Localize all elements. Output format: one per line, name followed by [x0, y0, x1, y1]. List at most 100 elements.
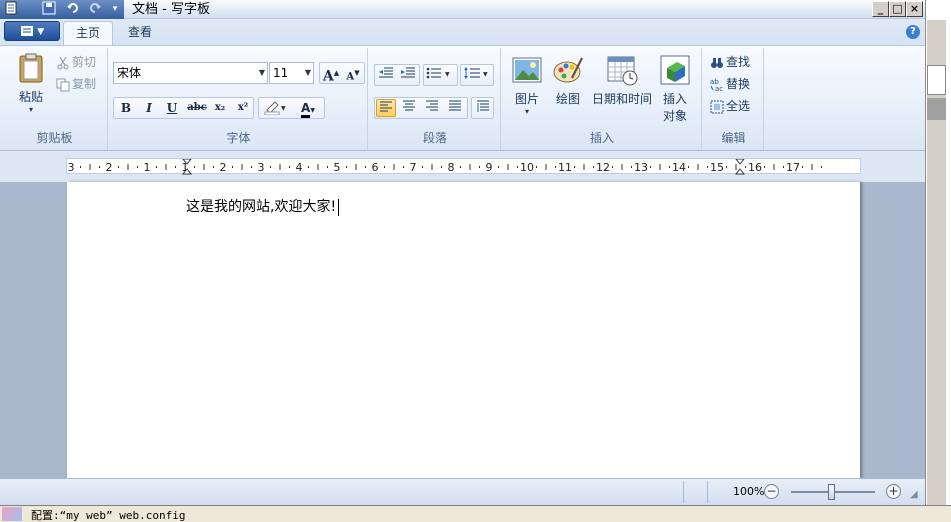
ruler[interactable]: 3 2 1 1 2 3 4 5 6 7 8 9 10 11 12 13 14 15 16 17: [66, 158, 861, 175]
close-button[interactable]: ×: [906, 1, 923, 17]
right-indent-marker[interactable]: [734, 159, 746, 175]
config-label: 配置:“my web” web.config: [31, 509, 186, 522]
group-clipboard: 粘贴 ▾ 剪切 复制 剪贴板: [2, 48, 108, 150]
ruler-label: 14: [672, 161, 686, 174]
application-menu-button[interactable]: ▼: [4, 21, 60, 41]
scroll-thumb[interactable]: [927, 98, 946, 120]
document-text-line[interactable]: 这是我的网站,欢迎大家!: [186, 196, 340, 216]
italic-button[interactable]: I: [139, 99, 159, 117]
strikethrough-button[interactable]: abc: [185, 99, 209, 117]
ruler-label: 13: [634, 161, 648, 174]
highlight-button[interactable]: ▼: [261, 99, 289, 117]
save-icon[interactable]: [40, 1, 58, 18]
ruler-label: 10: [520, 161, 534, 174]
zoom-in-button[interactable]: +: [886, 484, 901, 499]
paragraph-dialog-bar: [471, 97, 494, 119]
chevron-down-icon: ▾: [524, 107, 529, 116]
increase-indent-button[interactable]: [398, 66, 418, 84]
datetime-label: 日期和时间: [591, 92, 652, 106]
undo-icon[interactable]: [64, 1, 82, 18]
ruler-label: 5: [334, 161, 341, 174]
palette-icon: [552, 54, 584, 86]
ruler-label: 16: [748, 161, 762, 174]
underline-button[interactable]: U: [162, 99, 182, 117]
highlighter-icon: ▼: [264, 101, 286, 116]
redo-icon[interactable]: [86, 1, 104, 18]
bold-button[interactable]: B: [116, 99, 136, 117]
font-size-value: 11: [273, 66, 289, 80]
find-label: 查找: [726, 55, 751, 69]
insert-object-button[interactable]: 插入 对象: [657, 54, 693, 124]
window-title: 文档 - 写字板: [132, 2, 210, 17]
status-bar: 100% − + ◢: [0, 478, 925, 505]
picture-label: 图片: [514, 92, 539, 106]
grow-font-button[interactable]: A▲: [321, 64, 341, 85]
align-right-button[interactable]: [422, 99, 442, 117]
color-bar: ▼ A▼: [258, 97, 325, 119]
background-status-strip: 配置:“my web” web.config: [0, 505, 951, 522]
picture-button[interactable]: 图片 ▾: [509, 54, 545, 116]
ribbon: 粘贴 ▾ 剪切 复制 剪贴板 宋体 ▼ 11 ▼ A▲ A▼ B I U abc…: [0, 45, 925, 151]
superscript-button[interactable]: x²: [233, 99, 253, 117]
select-all-button[interactable]: 全选: [710, 96, 750, 116]
align-center-icon: [403, 100, 415, 111]
ruler-label: 3: [68, 161, 75, 174]
ruler-scale: 3 2 1 1 2 3 4 5 6 7 8 9 10 11 12 13 14 15 16 17: [68, 159, 822, 175]
tab-home[interactable]: 主页: [63, 21, 114, 45]
cut-label: 剪切: [72, 55, 97, 69]
object-icon: [659, 54, 691, 86]
chevron-down-icon: ▼: [37, 27, 45, 37]
justify-button[interactable]: [445, 99, 465, 117]
font-family-select[interactable]: 宋体 ▼: [113, 62, 268, 84]
line-spacing-bar: ▼: [460, 64, 494, 86]
replace-button[interactable]: ab ac 替换: [710, 74, 750, 94]
background-scrollbar[interactable]: [927, 20, 946, 505]
alignment-bar: [374, 97, 468, 119]
group-font: 宋体 ▼ 11 ▼ A▲ A▼ B I U abc x₂ x² ▼ A▼ 字体: [110, 48, 368, 150]
datetime-button[interactable]: 日期和时间: [591, 54, 653, 107]
select-all-label: 全选: [726, 99, 751, 113]
align-center-button[interactable]: [399, 99, 419, 117]
copy-button[interactable]: 复制: [56, 74, 96, 94]
zoom-out-button[interactable]: −: [764, 484, 779, 499]
line-spacing-button[interactable]: ▼: [462, 66, 493, 84]
decrease-indent-button[interactable]: [376, 66, 396, 84]
ruler-label: 8: [448, 161, 455, 174]
replace-icon: ab ac: [710, 78, 724, 93]
minimize-button[interactable]: _: [872, 1, 889, 17]
indent-bar: [374, 64, 420, 86]
font-color-button[interactable]: A▼: [293, 99, 323, 118]
app-icon[interactable]: [2, 1, 20, 18]
ruler-label: 2: [220, 161, 227, 174]
bullet-list-button[interactable]: ▼: [425, 66, 457, 84]
group-label-font: 字体: [226, 131, 251, 145]
line-spacing-icon: ▼: [463, 67, 488, 79]
tab-view[interactable]: 查看: [116, 21, 164, 45]
customize-icon[interactable]: ▾: [106, 1, 124, 18]
document-page[interactable]: 这是我的网站,欢迎大家!: [67, 182, 860, 478]
ruler-label: 15: [710, 161, 724, 174]
zoom-slider-thumb[interactable]: [828, 484, 835, 500]
paste-button[interactable]: 粘贴 ▾: [8, 52, 54, 114]
find-button[interactable]: 查找: [710, 52, 750, 72]
font-style-bar: B I U abc x₂ x²: [113, 97, 254, 119]
chevron-down-icon: ▼: [304, 68, 311, 77]
copy-label: 复制: [72, 77, 97, 91]
font-size-select[interactable]: 11 ▼: [269, 62, 314, 84]
quick-access-toolbar: ▾: [0, 0, 124, 19]
shrink-font-button[interactable]: A▼: [343, 64, 363, 82]
ribbon-tab-row: ▼ 主页 查看 ?: [0, 19, 925, 45]
help-icon[interactable]: ?: [906, 25, 920, 39]
select-all-icon: [710, 100, 724, 114]
align-left-button[interactable]: [376, 99, 396, 117]
paint-drawing-button[interactable]: 绘图: [550, 54, 586, 107]
cut-button[interactable]: 剪切: [56, 52, 96, 72]
text-caret: [338, 198, 340, 216]
font-color-label: A: [301, 102, 311, 118]
font-family-value: 宋体: [117, 66, 142, 80]
maximize-button[interactable]: □: [889, 1, 906, 17]
subscript-button[interactable]: x₂: [210, 99, 230, 117]
copy-icon: [56, 78, 70, 92]
paragraph-settings-button[interactable]: [473, 99, 493, 117]
resize-grip-icon[interactable]: ◢: [910, 489, 918, 500]
